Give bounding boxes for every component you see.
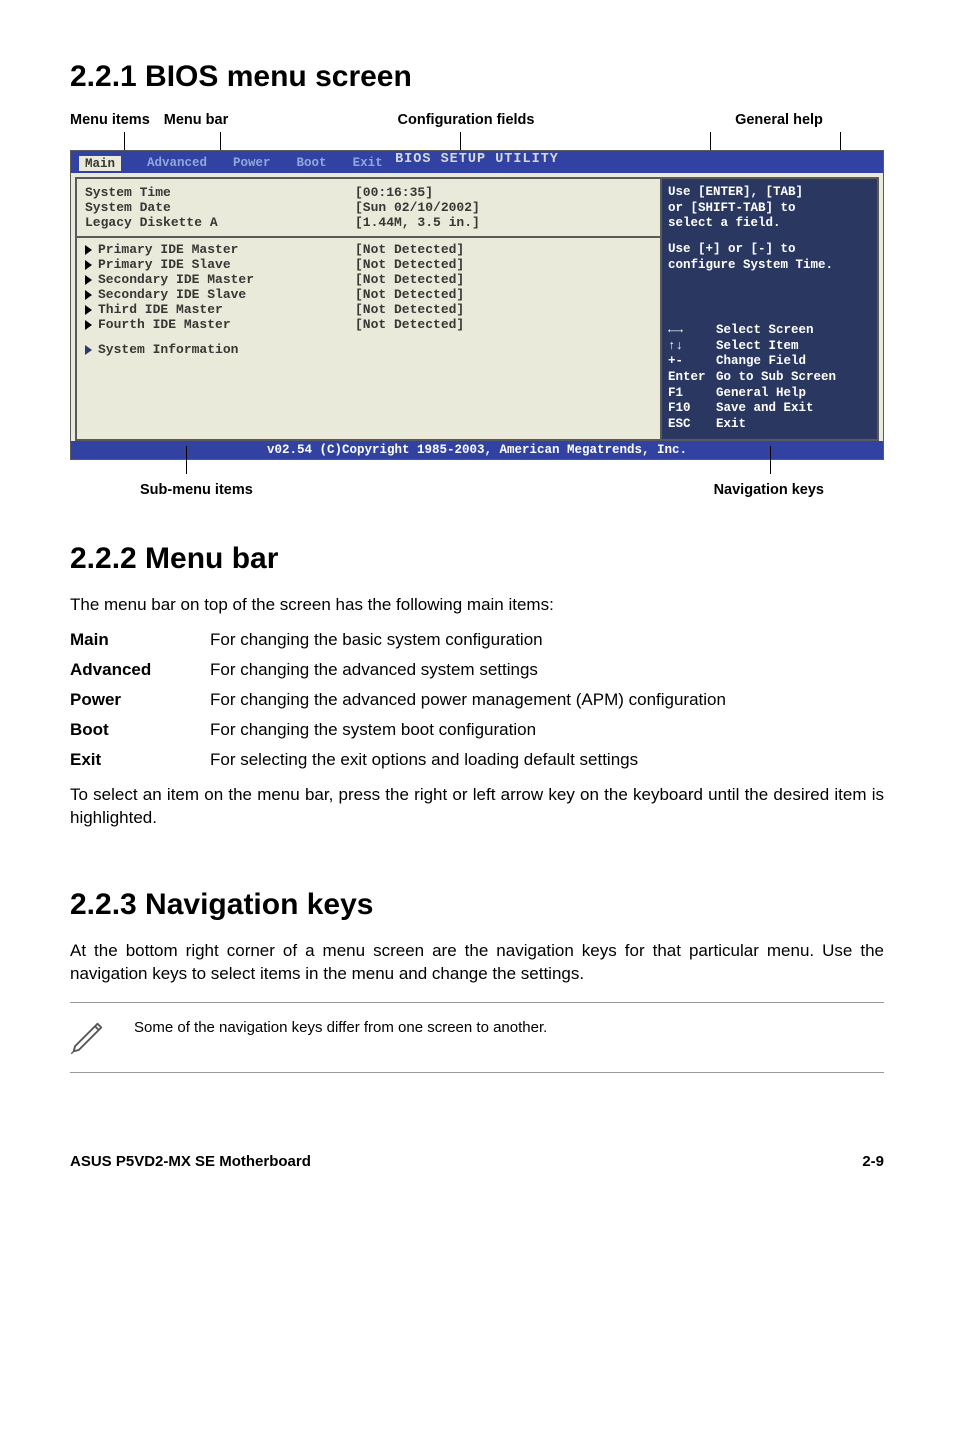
nav-key: F10 (668, 401, 716, 417)
nav-key-desc: General Help (716, 386, 806, 402)
bios-row[interactable]: Legacy Diskette A [1.44M, 3.5 in.] (85, 215, 652, 230)
bios-row-label: Fourth IDE Master (98, 317, 231, 332)
bios-row[interactable]: Secondary IDE Master [Not Detected] (85, 272, 652, 287)
bios-row-value: [1.44M, 3.5 in.] (355, 215, 480, 230)
section-heading-2: 2.2.2 Menu bar (70, 542, 884, 576)
nav-key-desc: Select Item (716, 339, 799, 355)
bios-row[interactable]: Third IDE Master [Not Detected] (85, 302, 652, 317)
bios-row[interactable]: System Time [00:16:35] (85, 185, 652, 200)
bios-row[interactable]: Primary IDE Master [Not Detected] (85, 242, 652, 257)
label-nav-keys: Navigation keys (714, 482, 884, 498)
bios-row[interactable]: Secondary IDE Slave [Not Detected] (85, 287, 652, 302)
nav-key: F1 (668, 386, 716, 402)
def-term: Advanced (70, 660, 210, 680)
bios-help-line: select a field. (668, 216, 871, 232)
bios-row-label: Third IDE Master (98, 302, 223, 317)
submenu-arrow-icon (85, 320, 92, 330)
submenu-arrow-icon (85, 305, 92, 315)
nav-key-desc: Go to Sub Screen (716, 370, 836, 386)
diagram-top-ticks (70, 132, 884, 150)
diagram-bottom-ticks (70, 460, 884, 478)
submenu-arrow-icon (85, 275, 92, 285)
bios-row-label: Secondary IDE Slave (98, 287, 246, 302)
bios-tab-power[interactable]: Power (233, 156, 271, 171)
bios-row-value: [Not Detected] (355, 272, 464, 287)
footer-left: ASUS P5VD2-MX SE Motherboard (70, 1153, 311, 1170)
bios-tab-exit[interactable]: Exit (353, 156, 383, 171)
section2-intro: The menu bar on top of the screen has th… (70, 594, 884, 617)
nav-key: ↑↓ (668, 339, 716, 355)
bios-row[interactable]: System Date [Sun 02/10/2002] (85, 200, 652, 215)
submenu-arrow-icon (85, 290, 92, 300)
section2-outro: To select an item on the menu bar, press… (70, 784, 884, 830)
note-text: Some of the navigation keys differ from … (134, 1015, 547, 1036)
pencil-icon (70, 1015, 110, 1060)
bios-row-value: [Sun 02/10/2002] (355, 200, 480, 215)
bios-window: BIOS SETUP UTILITY Main Advanced Power B… (70, 150, 884, 460)
bios-help-line: Use [+] or [-] to (668, 242, 871, 258)
bios-row-value: [00:16:35] (355, 185, 433, 200)
bios-row-label: Secondary IDE Master (98, 272, 254, 287)
bios-titlebar: BIOS SETUP UTILITY Main Advanced Power B… (71, 151, 883, 173)
bios-row-value: [Not Detected] (355, 317, 464, 332)
bios-main-panel: System Time [00:16:35] System Date [Sun … (75, 177, 661, 441)
bios-footer: v02.54 (C)Copyright 1985-2003, American … (71, 441, 883, 459)
bios-row-label: System Information (98, 342, 238, 357)
bios-row-value: [Not Detected] (355, 287, 464, 302)
bios-row-label: System Time (85, 185, 171, 200)
diagram-bottom-labels: Sub-menu items Navigation keys (70, 482, 884, 498)
page-footer: ASUS P5VD2-MX SE Motherboard 2-9 (70, 1153, 884, 1170)
note-block: Some of the navigation keys differ from … (70, 1002, 884, 1073)
bios-row-value: [Not Detected] (355, 257, 464, 272)
footer-right: 2-9 (862, 1153, 884, 1170)
bios-help-line: Use [ENTER], [TAB] (668, 185, 871, 201)
bios-tab-main[interactable]: Main (79, 156, 121, 171)
nav-key-desc: Select Screen (716, 323, 814, 339)
label-sub-menu: Sub-menu items (70, 482, 253, 498)
bios-tab-boot[interactable]: Boot (297, 156, 327, 171)
def-desc: For changing the basic system configurat… (210, 630, 884, 650)
bios-row-label: Primary IDE Slave (98, 257, 231, 272)
nav-key: +- (668, 354, 716, 370)
label-general-help: General help (735, 112, 823, 128)
label-menu-bar: Menu bar (164, 112, 228, 128)
section-heading-1: 2.2.1 BIOS menu screen (70, 60, 884, 94)
bios-row[interactable]: System Information (85, 342, 652, 357)
def-desc: For selecting the exit options and loadi… (210, 750, 884, 770)
nav-key: Enter (668, 370, 716, 386)
bios-row-label: System Date (85, 200, 171, 215)
nav-key-desc: Change Field (716, 354, 806, 370)
def-desc: For changing the advanced power manageme… (210, 690, 884, 710)
section-heading-3: 2.2.3 Navigation keys (70, 888, 884, 922)
nav-key-desc: Save and Exit (716, 401, 814, 417)
def-term: Main (70, 630, 210, 650)
def-term: Boot (70, 720, 210, 740)
submenu-arrow-icon (85, 260, 92, 270)
nav-key: ←→ (668, 323, 716, 339)
definitions-table: Main For changing the basic system confi… (70, 630, 884, 770)
def-desc: For changing the system boot configurati… (210, 720, 884, 740)
nav-key-desc: Exit (716, 417, 746, 433)
label-config-fields: Configuration fields (398, 112, 535, 128)
section3-body: At the bottom right corner of a menu scr… (70, 940, 884, 986)
bios-help-line: configure System Time. (668, 258, 871, 274)
submenu-arrow-icon (85, 345, 92, 355)
bios-row[interactable]: Fourth IDE Master [Not Detected] (85, 317, 652, 332)
bios-row-label: Legacy Diskette A (85, 215, 218, 230)
bios-row-value: [Not Detected] (355, 302, 464, 317)
bios-row-value: [Not Detected] (355, 242, 464, 257)
bios-nav-keys: ←→Select Screen ↑↓Select Item +-Change F… (668, 323, 871, 432)
nav-key: ESC (668, 417, 716, 433)
bios-help-panel: Use [ENTER], [TAB] or [SHIFT-TAB] to sel… (661, 177, 879, 441)
bios-row-label: Primary IDE Master (98, 242, 238, 257)
def-desc: For changing the advanced system setting… (210, 660, 884, 680)
label-menu-items: Menu items (70, 112, 150, 128)
bios-help-line: or [SHIFT-TAB] to (668, 201, 871, 217)
def-term: Exit (70, 750, 210, 770)
def-term: Power (70, 690, 210, 710)
bios-tab-advanced[interactable]: Advanced (147, 156, 207, 171)
submenu-arrow-icon (85, 245, 92, 255)
bios-row[interactable]: Primary IDE Slave [Not Detected] (85, 257, 652, 272)
diagram-top-labels: Menu items Menu bar Configuration fields… (70, 112, 884, 128)
